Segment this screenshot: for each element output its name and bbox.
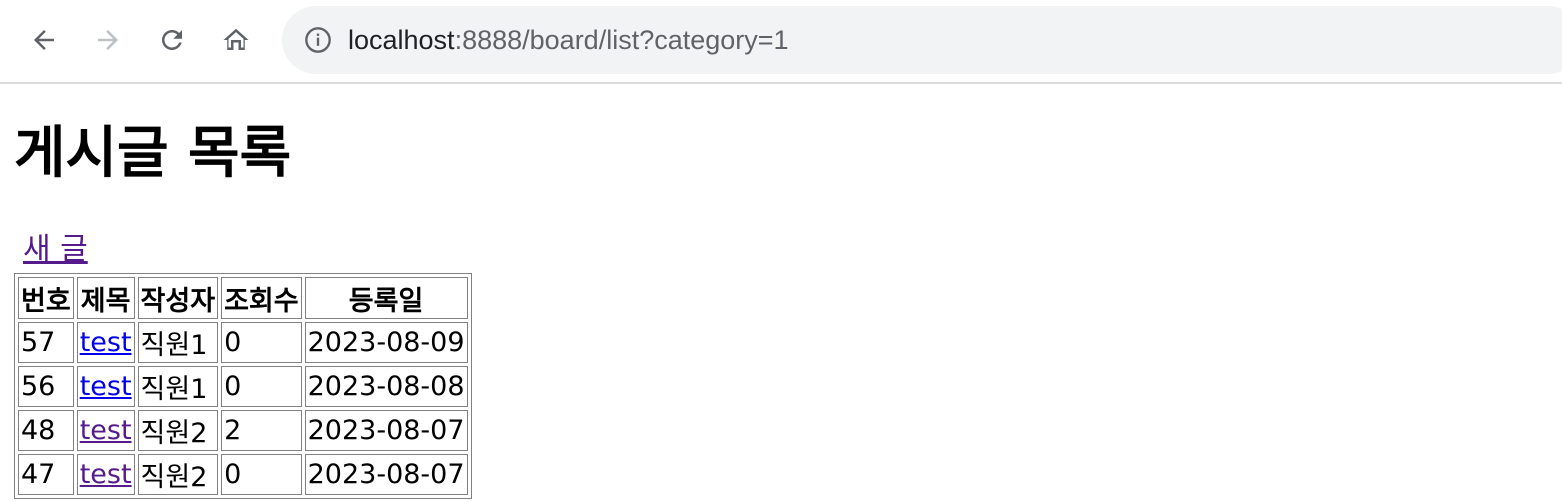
address-bar[interactable]: localhost:8888/board/list?category=1 (282, 6, 1562, 74)
arrow-right-icon (98, 30, 118, 50)
header-date: 등록일 (304, 277, 468, 319)
row-date: 2023-08-07 (304, 410, 468, 451)
row-number: 47 (18, 454, 74, 495)
row-number: 56 (18, 366, 74, 407)
row-author: 직원2 (137, 410, 219, 451)
info-icon[interactable] (304, 26, 332, 54)
row-title-cell: test (76, 410, 135, 451)
row-title-cell: test (76, 322, 135, 363)
post-title-link[interactable]: test (80, 327, 132, 358)
table-row: 56 test 직원1 0 2023-08-08 (18, 366, 468, 407)
post-title-link[interactable]: test (80, 415, 132, 446)
url-host: localhost (348, 25, 455, 55)
header-title: 제목 (76, 277, 135, 319)
row-author: 직원1 (137, 322, 219, 363)
home-icon (223, 28, 249, 50)
table-header-row: 번호 제목 작성자 조회수 등록일 (18, 277, 468, 319)
post-title-link[interactable]: test (80, 371, 132, 402)
url-text[interactable]: localhost:8888/board/list?category=1 (348, 22, 789, 58)
back-button[interactable] (24, 20, 64, 60)
table-row: 48 test 직원2 2 2023-08-07 (18, 410, 468, 451)
home-button[interactable] (216, 20, 256, 60)
row-title-cell: test (76, 366, 135, 407)
row-date: 2023-08-08 (304, 366, 468, 407)
header-author: 작성자 (137, 277, 219, 319)
row-author: 직원2 (137, 454, 219, 495)
row-number: 57 (18, 322, 74, 363)
post-title-link[interactable]: test (80, 459, 132, 490)
table-row: 57 test 직원1 0 2023-08-09 (18, 322, 468, 363)
row-title-cell: test (76, 454, 135, 495)
row-author: 직원1 (137, 366, 219, 407)
row-views: 0 (221, 454, 302, 495)
row-date: 2023-08-07 (304, 454, 468, 495)
row-views: 0 (221, 366, 302, 407)
header-number: 번호 (18, 277, 74, 319)
row-date: 2023-08-09 (304, 322, 468, 363)
row-number: 48 (18, 410, 74, 451)
row-views: 0 (221, 322, 302, 363)
url-path: :8888/board/list?category=1 (454, 25, 789, 55)
header-views: 조회수 (221, 277, 302, 319)
browser-toolbar: localhost:8888/board/list?category=1 (0, 0, 1562, 84)
table-row: 47 test 직원2 0 2023-08-07 (18, 454, 468, 495)
forward-button[interactable] (88, 20, 128, 60)
page-title: 게시글 목록 (14, 121, 292, 186)
reload-button[interactable] (152, 20, 192, 60)
row-views: 2 (221, 410, 302, 451)
reload-icon (162, 30, 182, 50)
arrow-left-icon (34, 30, 54, 50)
new-post-link[interactable]: 새 글 (23, 224, 88, 268)
board-table: 번호 제목 작성자 조회수 등록일 57 test 직원1 0 2023-08-… (14, 273, 472, 499)
